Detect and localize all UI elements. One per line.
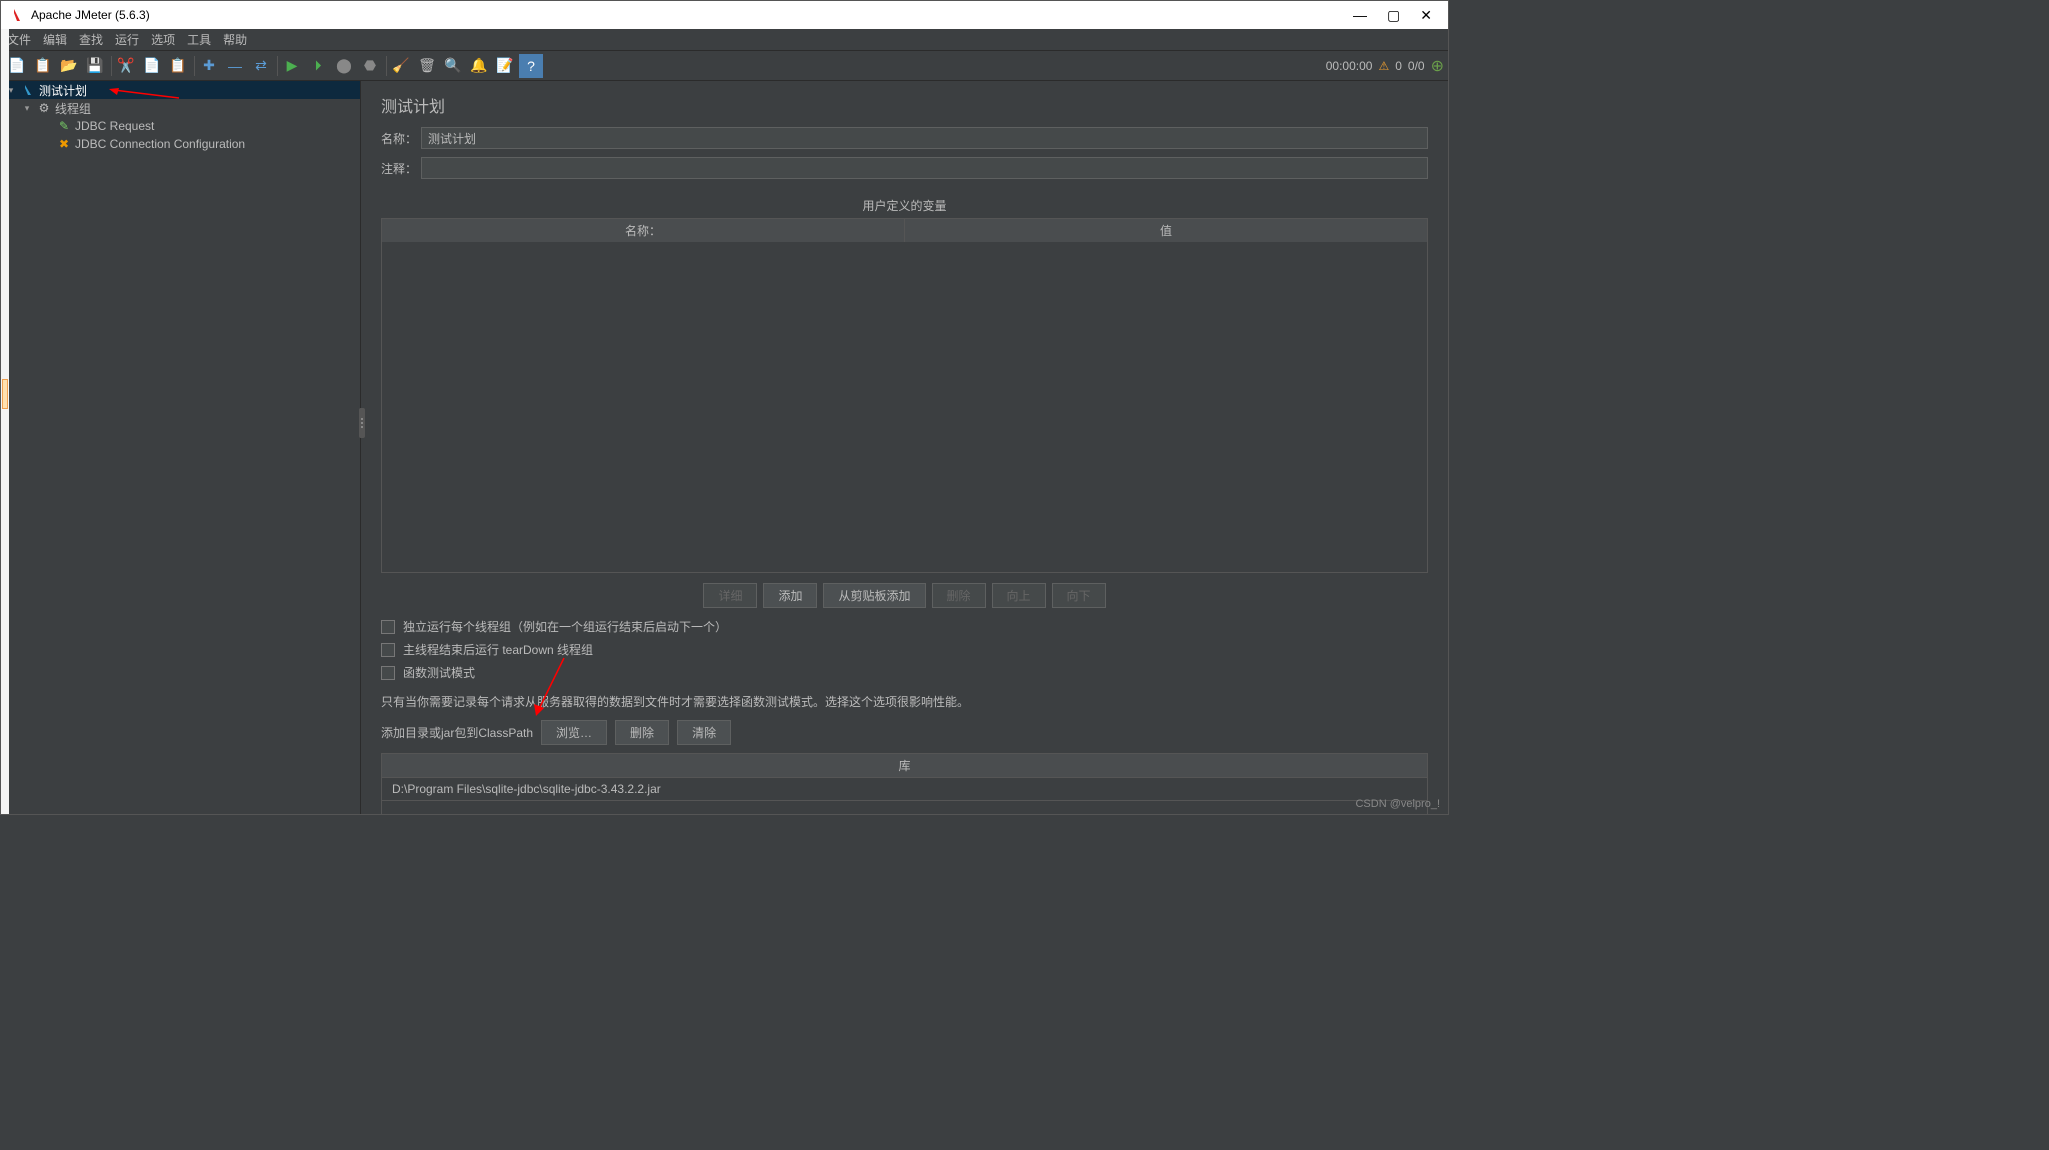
- reset-search-icon[interactable]: 🔔: [467, 54, 491, 78]
- wrench-icon: ✖: [56, 136, 72, 152]
- menu-help[interactable]: 帮助: [223, 31, 247, 48]
- menu-options[interactable]: 选项: [151, 31, 175, 48]
- toolbar: 📄 📋 📂 💾 ✂️ 📄 📋 ✚ ― ⇄ ▶ ⏵ ⬤ ⬣ 🧹 🗑 🔍 🔔 📝 ?…: [1, 51, 1448, 81]
- down-button[interactable]: 向下: [1052, 583, 1106, 608]
- checkbox-icon[interactable]: [381, 643, 395, 657]
- help-icon[interactable]: ?: [519, 54, 543, 78]
- shutdown-icon[interactable]: ⬣: [358, 54, 382, 78]
- browse-button[interactable]: 浏览…: [541, 720, 607, 745]
- tree-panel: ▾ 测试计划 ▾ ⚙ 线程组 ✎ JDBC Request ✖ JDBC Con…: [1, 81, 361, 814]
- menu-search[interactable]: 查找: [79, 31, 103, 48]
- checkbox-icon[interactable]: [381, 666, 395, 680]
- checkbox-teardown[interactable]: 主线程结束后运行 tearDown 线程组: [381, 641, 1428, 658]
- checkbox-label: 主线程结束后运行 tearDown 线程组: [403, 641, 593, 658]
- status-time: 00:00:00: [1326, 59, 1373, 73]
- start-icon[interactable]: ▶: [280, 54, 304, 78]
- chevron-down-icon[interactable]: ▾: [21, 103, 33, 114]
- add-button[interactable]: 添加: [763, 583, 817, 608]
- tree-item-jdbc-request[interactable]: ✎ JDBC Request: [1, 117, 360, 135]
- separator: [111, 56, 112, 76]
- checkbox-functional[interactable]: 函数测试模式: [381, 664, 1428, 681]
- jmeter-icon: [20, 82, 36, 98]
- name-input[interactable]: [421, 127, 1428, 149]
- jmeter-logo-icon: [9, 7, 25, 23]
- menu-tools[interactable]: 工具: [187, 31, 211, 48]
- close-icon[interactable]: ✕: [1420, 7, 1432, 24]
- vars-section-title: 用户定义的变量: [381, 193, 1428, 218]
- vars-table: 名称： 值: [381, 218, 1428, 573]
- up-button[interactable]: 向上: [992, 583, 1046, 608]
- start-no-timers-icon[interactable]: ⏵: [306, 54, 330, 78]
- name-label: 名称：: [381, 130, 421, 147]
- delete-jar-button[interactable]: 删除: [615, 720, 669, 745]
- warning-icon: ⚠: [1378, 59, 1389, 73]
- tree-item-jdbc-config[interactable]: ✖ JDBC Connection Configuration: [1, 135, 360, 153]
- library-header[interactable]: 库: [381, 753, 1428, 778]
- request-icon: ✎: [56, 118, 72, 134]
- vars-col-name[interactable]: 名称：: [382, 219, 905, 242]
- checkbox-icon[interactable]: [381, 620, 395, 634]
- status-threads: 0/0: [1408, 59, 1425, 73]
- vars-col-value[interactable]: 值: [905, 219, 1427, 242]
- main-panel: 测试计划 名称： 注释： 用户定义的变量 名称： 值 详细 添加 从剪贴板添: [361, 81, 1448, 814]
- collapse-icon[interactable]: ―: [223, 54, 247, 78]
- checkbox-independent[interactable]: 独立运行每个线程组（例如在一个组运行结束后启动下一个）: [381, 618, 1428, 635]
- function-helper-icon[interactable]: 📝: [493, 54, 517, 78]
- clear-button[interactable]: 清除: [677, 720, 731, 745]
- delete-button[interactable]: 删除: [932, 583, 986, 608]
- menu-run[interactable]: 运行: [115, 31, 139, 48]
- minimize-icon[interactable]: —: [1353, 7, 1367, 24]
- status-warn-count: 0: [1395, 59, 1402, 73]
- templates-icon[interactable]: 📋: [31, 54, 55, 78]
- left-gutter: [1, 29, 9, 814]
- splitter-handle[interactable]: [359, 408, 365, 438]
- checkbox-label: 独立运行每个线程组（例如在一个组运行结束后启动下一个）: [403, 618, 727, 635]
- status-indicator-icon: ⊕: [1431, 56, 1444, 76]
- library-empty-row[interactable]: [381, 801, 1428, 815]
- comment-input[interactable]: [421, 157, 1428, 179]
- tree-item-label: JDBC Request: [75, 119, 154, 133]
- save-icon[interactable]: 💾: [83, 54, 107, 78]
- functional-hint: 只有当你需要记录每个请求从服务器取得的数据到文件时才需要选择函数测试模式。选择这…: [381, 693, 1428, 710]
- library-row[interactable]: D:\Program Files\sqlite-jdbc\sqlite-jdbc…: [381, 778, 1428, 801]
- add-clipboard-button[interactable]: 从剪贴板添加: [823, 583, 925, 608]
- copy-icon[interactable]: 📄: [140, 54, 164, 78]
- gear-icon: ⚙: [36, 100, 52, 116]
- window-title: Apache JMeter (5.6.3): [31, 8, 1353, 22]
- tree-item-test-plan[interactable]: ▾ 测试计划: [1, 81, 360, 99]
- cut-icon[interactable]: ✂️: [114, 54, 138, 78]
- search-icon[interactable]: 🔍: [441, 54, 465, 78]
- panel-title: 测试计划: [381, 93, 1428, 117]
- checkbox-label: 函数测试模式: [403, 664, 475, 681]
- tree-item-label: JDBC Connection Configuration: [75, 137, 245, 151]
- menu-edit[interactable]: 编辑: [43, 31, 67, 48]
- separator: [277, 56, 278, 76]
- watermark: CSDN @velpro_!: [1355, 798, 1440, 810]
- vars-table-body[interactable]: [382, 242, 1427, 572]
- tree-item-label: 线程组: [55, 100, 91, 117]
- detail-button[interactable]: 详细: [703, 583, 757, 608]
- toggle-icon[interactable]: ⇄: [249, 54, 273, 78]
- menu-file[interactable]: 文件: [7, 31, 31, 48]
- clear-icon[interactable]: 🧹: [389, 54, 413, 78]
- tree-item-thread-group[interactable]: ▾ ⚙ 线程组: [1, 99, 360, 117]
- library-table: 库 D:\Program Files\sqlite-jdbc\sqlite-jd…: [381, 753, 1428, 815]
- paste-icon[interactable]: 📋: [166, 54, 190, 78]
- separator: [386, 56, 387, 76]
- classpath-label: 添加目录或jar包到ClassPath: [381, 724, 533, 741]
- menubar: 文件 编辑 查找 运行 选项 工具 帮助: [1, 29, 1448, 51]
- clear-all-icon[interactable]: 🗑: [415, 54, 439, 78]
- separator: [194, 56, 195, 76]
- open-icon[interactable]: 📂: [57, 54, 81, 78]
- titlebar: Apache JMeter (5.6.3) — ▢ ✕: [1, 1, 1448, 29]
- stop-icon[interactable]: ⬤: [332, 54, 356, 78]
- maximize-icon[interactable]: ▢: [1387, 7, 1400, 24]
- comment-label: 注释：: [381, 160, 421, 177]
- expand-icon[interactable]: ✚: [197, 54, 221, 78]
- tree-item-label: 测试计划: [39, 82, 87, 99]
